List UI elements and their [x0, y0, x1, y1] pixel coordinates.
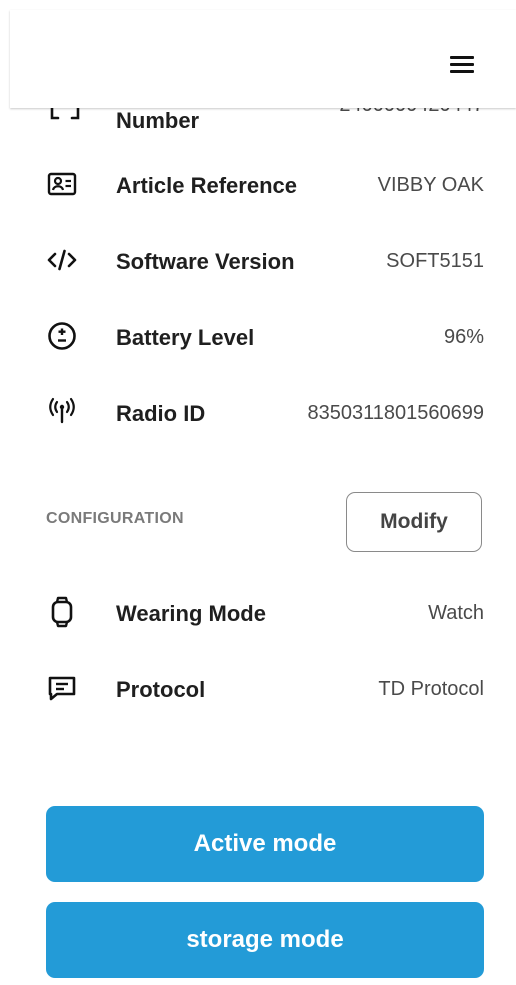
protocol-value: TD Protocol	[378, 678, 484, 700]
hamburger-menu-icon[interactable]	[444, 52, 480, 78]
top-header-bar	[10, 10, 516, 108]
info-row-battery-level: Battery Level 96%	[46, 316, 484, 356]
wearing-mode-value: Watch	[428, 602, 484, 624]
wearing-mode-label: Wearing Mode	[116, 601, 266, 626]
message-icon	[48, 676, 76, 701]
plus-minus-circle-icon	[48, 322, 76, 350]
id-card-icon	[47, 172, 77, 196]
code-icon	[47, 249, 77, 271]
config-row-wearing-mode: Wearing Mode Watch	[46, 592, 484, 632]
battery-level-value: 96%	[443, 326, 484, 348]
radio-id-value: 8350311801560699	[307, 402, 484, 424]
article-reference-value: VIBBY OAK	[377, 174, 484, 196]
software-version-value: SOFT5151	[386, 250, 484, 272]
protocol-label: Protocol	[116, 677, 206, 702]
number-label: Number	[116, 108, 200, 133]
active-mode-button[interactable]: Active mode	[46, 806, 484, 882]
storage-mode-button[interactable]: storage mode	[46, 902, 484, 978]
device-details-content: 2400000420447 Number Article Reference V…	[0, 0, 516, 985]
modify-button[interactable]: Modify	[346, 492, 482, 552]
info-row-radio-id: Radio ID 8350311801560699	[46, 392, 484, 432]
software-version-label: Software Version	[116, 249, 295, 274]
radio-antenna-icon	[49, 397, 75, 424]
config-row-protocol: Protocol TD Protocol	[46, 668, 484, 708]
article-reference-label: Article Reference	[116, 173, 297, 198]
battery-level-label: Battery Level	[116, 325, 255, 350]
radio-id-label: Radio ID	[116, 401, 206, 426]
info-row-software-version: Software Version SOFT5151	[46, 240, 484, 280]
info-row-article-reference: Article Reference VIBBY OAK	[46, 164, 484, 204]
configuration-section-title: CONFIGURATION	[46, 510, 184, 527]
watch-icon	[51, 596, 73, 628]
